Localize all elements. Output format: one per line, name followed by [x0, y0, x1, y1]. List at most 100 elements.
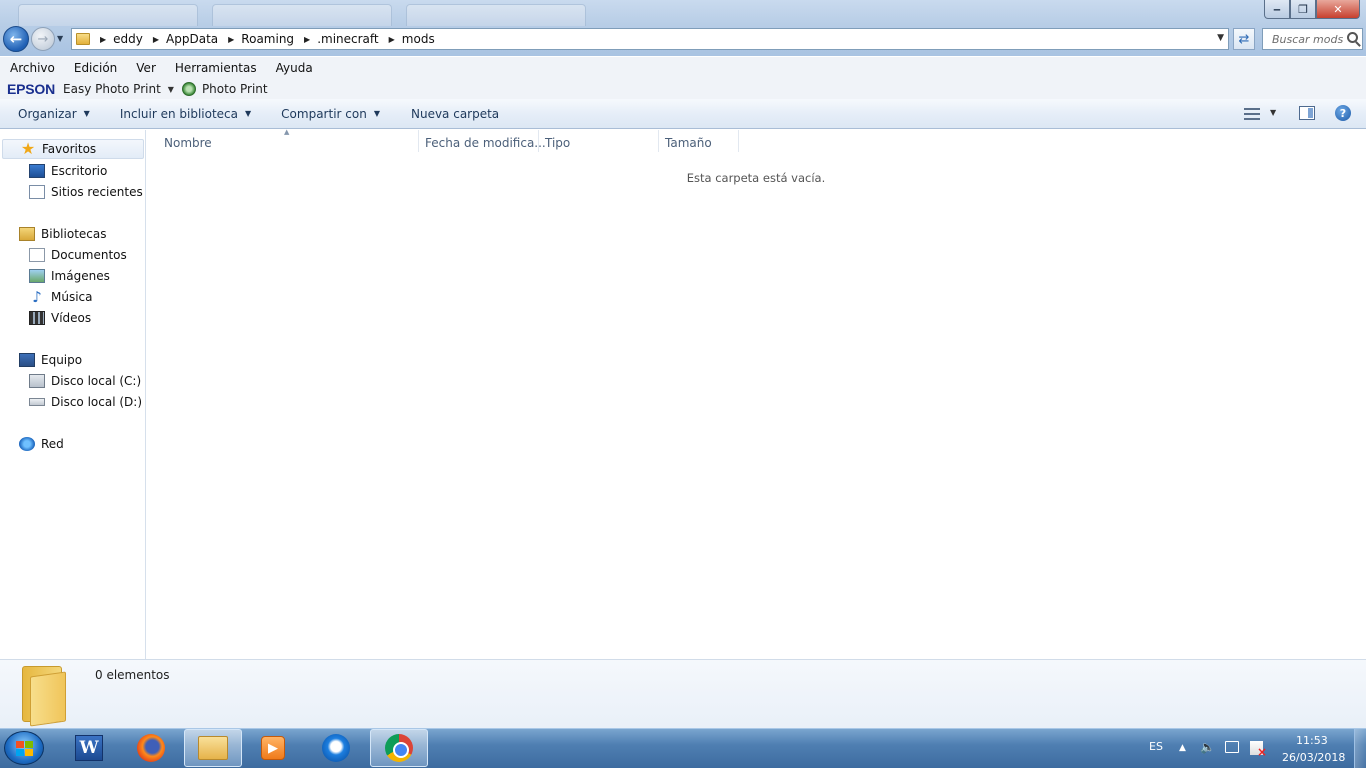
- breadcrumb-separator[interactable]: ▶: [100, 35, 106, 44]
- show-hidden-icons-icon[interactable]: ▲: [1179, 743, 1186, 753]
- column-header-name[interactable]: Nombre: [164, 130, 212, 156]
- column-divider[interactable]: [658, 130, 659, 152]
- nav-libraries[interactable]: Bibliotecas: [0, 224, 144, 244]
- window-controls: ‒ ❐ ✕: [1264, 0, 1360, 20]
- maximize-button[interactable]: ❐: [1290, 0, 1316, 19]
- column-divider[interactable]: [418, 130, 419, 152]
- nav-item-label: Disco local (D:): [51, 395, 143, 409]
- breadcrumb-separator[interactable]: ▶: [389, 35, 395, 44]
- nav-item-imagenes[interactable]: Imágenes: [29, 266, 110, 286]
- nav-favorites[interactable]: ★ Favoritos: [2, 139, 144, 159]
- breadcrumb-appdata[interactable]: AppData: [166, 32, 218, 46]
- address-bar[interactable]: ▶ eddy ▶ AppData ▶ Roaming ▶ .minecraft …: [71, 28, 1229, 50]
- logo-square: [16, 741, 24, 748]
- minimize-button[interactable]: ‒: [1264, 0, 1290, 19]
- nav-network[interactable]: Red: [0, 434, 144, 454]
- recent-pages-dropdown[interactable]: ▼: [57, 34, 67, 43]
- address-history-dropdown[interactable]: ▼: [1217, 33, 1224, 43]
- nav-item-label: Vídeos: [51, 311, 92, 325]
- breadcrumb-eddy[interactable]: eddy: [113, 32, 143, 46]
- logo-square: [25, 749, 33, 756]
- breadcrumb-separator[interactable]: ▶: [304, 35, 310, 44]
- folder-icon: [22, 666, 70, 727]
- column-header-date[interactable]: Fecha de modifica...: [425, 130, 546, 156]
- easy-photo-print-button[interactable]: Easy Photo Print: [63, 82, 161, 96]
- column-divider[interactable]: [738, 130, 739, 152]
- forward-button[interactable]: →: [31, 27, 55, 51]
- breadcrumb-mods[interactable]: mods: [402, 32, 435, 46]
- navigation-pane: ★ Favoritos Escritorio Sitios recientes …: [0, 130, 146, 659]
- folder-icon: [76, 33, 90, 45]
- clock-date[interactable]: 26/03/2018: [1282, 751, 1345, 764]
- search-input[interactable]: Buscar mods: [1262, 28, 1363, 50]
- documents-icon: [29, 248, 45, 262]
- menu-ayuda[interactable]: Ayuda: [266, 61, 322, 75]
- view-options-dropdown[interactable]: ▼: [1270, 108, 1276, 117]
- taskbar-explorer[interactable]: [184, 729, 242, 767]
- column-header-size[interactable]: Tamaño: [665, 130, 712, 156]
- photo-print-button[interactable]: Photo Print: [202, 82, 268, 96]
- breadcrumb-roaming[interactable]: Roaming: [241, 32, 294, 46]
- network-tray-icon[interactable]: [1225, 741, 1239, 753]
- nav-item-disco-d[interactable]: Disco local (D:): [29, 392, 142, 412]
- drive-icon: [29, 398, 45, 406]
- nav-item-musica[interactable]: ♪ Música: [29, 287, 93, 307]
- view-line: [1244, 113, 1260, 115]
- logo-square: [16, 749, 24, 756]
- action-center-icon[interactable]: [1250, 741, 1267, 759]
- nav-network-label: Red: [41, 437, 64, 451]
- nav-computer[interactable]: Equipo: [0, 350, 144, 370]
- column-header-type[interactable]: Tipo: [545, 130, 570, 156]
- nav-item-sitios-recientes[interactable]: Sitios recientes: [29, 182, 143, 202]
- menu-ver[interactable]: Ver: [126, 61, 165, 75]
- nav-item-label: Sitios recientes: [51, 185, 143, 199]
- close-button[interactable]: ✕: [1316, 0, 1360, 19]
- menu-edicion[interactable]: Edición: [64, 61, 126, 75]
- taskbar-media-player[interactable]: ▶: [244, 729, 302, 767]
- refresh-button[interactable]: ⇄: [1233, 28, 1255, 50]
- nav-item-label: Disco local (C:): [51, 374, 142, 388]
- logo-square: [25, 741, 33, 748]
- taskbar-bird-app[interactable]: [307, 729, 365, 767]
- new-folder-button[interactable]: Nueva carpeta: [411, 107, 499, 121]
- nav-computer-label: Equipo: [41, 353, 83, 367]
- change-view-icon[interactable]: [1244, 108, 1260, 120]
- breadcrumb-separator[interactable]: ▶: [153, 35, 159, 44]
- chevron-down-icon: ▼: [245, 109, 252, 118]
- share-button[interactable]: Compartir con ▼: [281, 107, 380, 121]
- chevron-down-icon[interactable]: ▼: [168, 85, 174, 94]
- nav-item-documentos[interactable]: Documentos: [29, 245, 127, 265]
- help-icon[interactable]: ?: [1335, 105, 1351, 121]
- organize-button[interactable]: Organizar ▼: [18, 107, 90, 121]
- media-player-icon: ▶: [261, 736, 285, 760]
- breadcrumb-minecraft[interactable]: .minecraft: [317, 32, 378, 46]
- sort-ascending-icon: ▲: [284, 128, 290, 136]
- taskbar-firefox[interactable]: [122, 729, 180, 767]
- videos-icon: [29, 311, 45, 325]
- nav-item-disco-c[interactable]: Disco local (C:): [29, 371, 141, 391]
- view-line: [1244, 108, 1260, 110]
- include-library-button[interactable]: Incluir en biblioteca ▼: [120, 107, 251, 121]
- volume-icon[interactable]: 🔈: [1200, 740, 1215, 754]
- column-divider[interactable]: [538, 130, 539, 152]
- ghost-tab: [18, 4, 198, 26]
- nav-item-videos[interactable]: Vídeos: [29, 308, 91, 328]
- preview-pane-icon[interactable]: [1299, 106, 1315, 120]
- libraries-icon: [19, 227, 35, 241]
- nav-item-escritorio[interactable]: Escritorio: [29, 161, 107, 181]
- file-list[interactable]: ▲ Nombre Fecha de modifica... Tipo Tamañ…: [146, 128, 1366, 659]
- menu-archivo[interactable]: Archivo: [0, 61, 64, 75]
- taskbar-word[interactable]: W: [60, 729, 118, 767]
- show-desktop-button[interactable]: [1354, 729, 1366, 768]
- menu-herramientas[interactable]: Herramientas: [165, 61, 266, 75]
- photo-print-icon: [181, 82, 196, 96]
- nav-favorites-label: Favoritos: [42, 142, 97, 156]
- taskbar-chrome[interactable]: [370, 729, 428, 767]
- nav-item-label: Música: [51, 290, 93, 304]
- breadcrumb-separator[interactable]: ▶: [228, 35, 234, 44]
- language-indicator[interactable]: ES: [1149, 740, 1163, 753]
- clock-time[interactable]: 11:53: [1296, 734, 1328, 747]
- search-icon[interactable]: [1347, 32, 1358, 43]
- back-button[interactable]: ←: [3, 26, 29, 52]
- start-button[interactable]: [4, 731, 44, 765]
